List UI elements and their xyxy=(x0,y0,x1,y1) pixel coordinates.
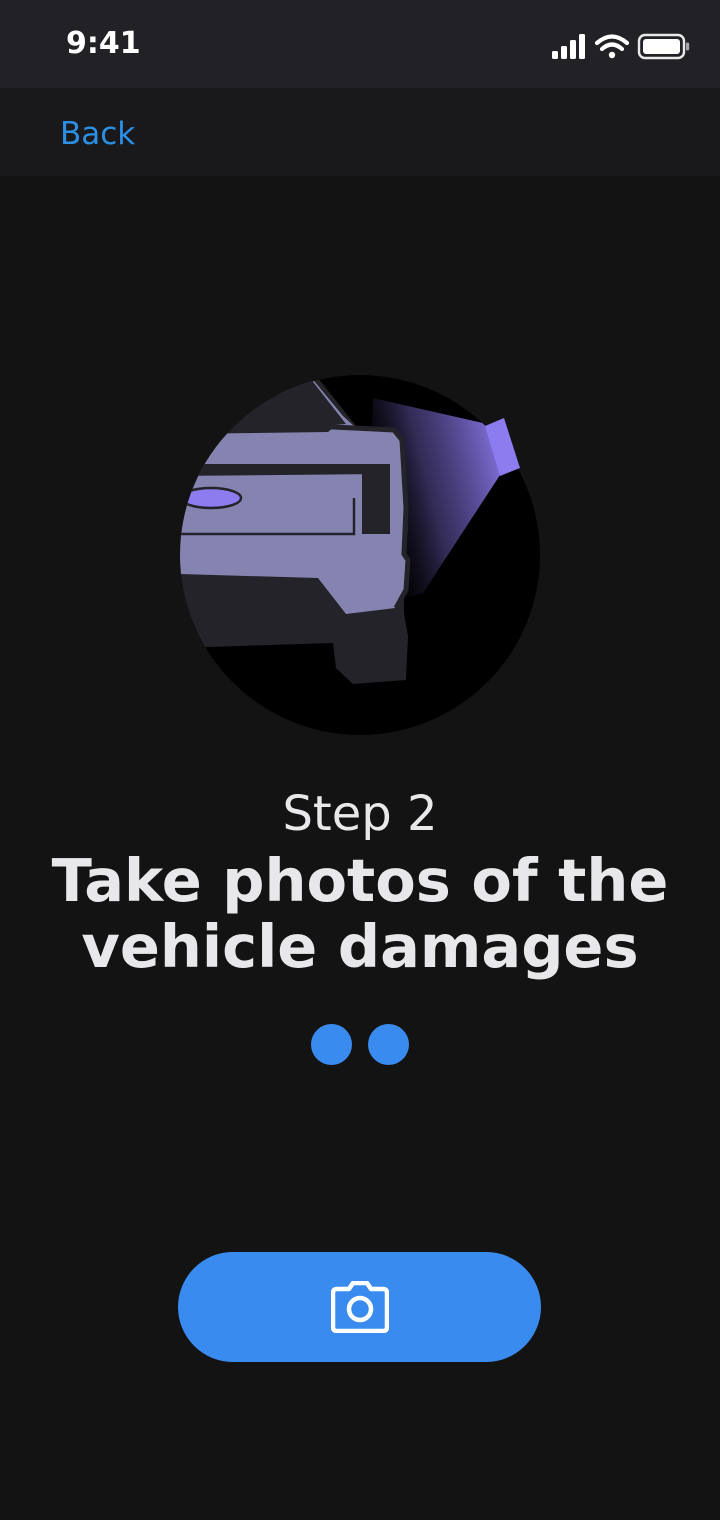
camera-icon xyxy=(330,1281,389,1333)
car-grille xyxy=(362,464,390,534)
battery-icon xyxy=(637,33,690,60)
page-dot xyxy=(368,1024,409,1065)
nav-bar: Back xyxy=(0,88,720,176)
back-button[interactable]: Back xyxy=(58,110,137,158)
car-trim-line xyxy=(180,464,388,476)
wifi-icon xyxy=(594,34,630,59)
page-indicator xyxy=(0,1024,720,1066)
take-photo-button[interactable] xyxy=(178,1252,541,1362)
car-headlight xyxy=(180,486,243,510)
screen: 9:41 Back Step 2 Take photos of the vehi… xyxy=(0,0,720,1520)
page-title: Take photos of the vehicle damages xyxy=(51,846,669,981)
status-bar: 9:41 xyxy=(0,0,720,88)
signal-icon xyxy=(552,34,585,59)
car-damage-scan-illustration xyxy=(180,375,540,735)
status-time: 9:41 xyxy=(66,26,141,61)
step-label: Step 2 xyxy=(282,786,438,842)
status-icons xyxy=(552,33,690,60)
page-dot xyxy=(311,1024,352,1065)
